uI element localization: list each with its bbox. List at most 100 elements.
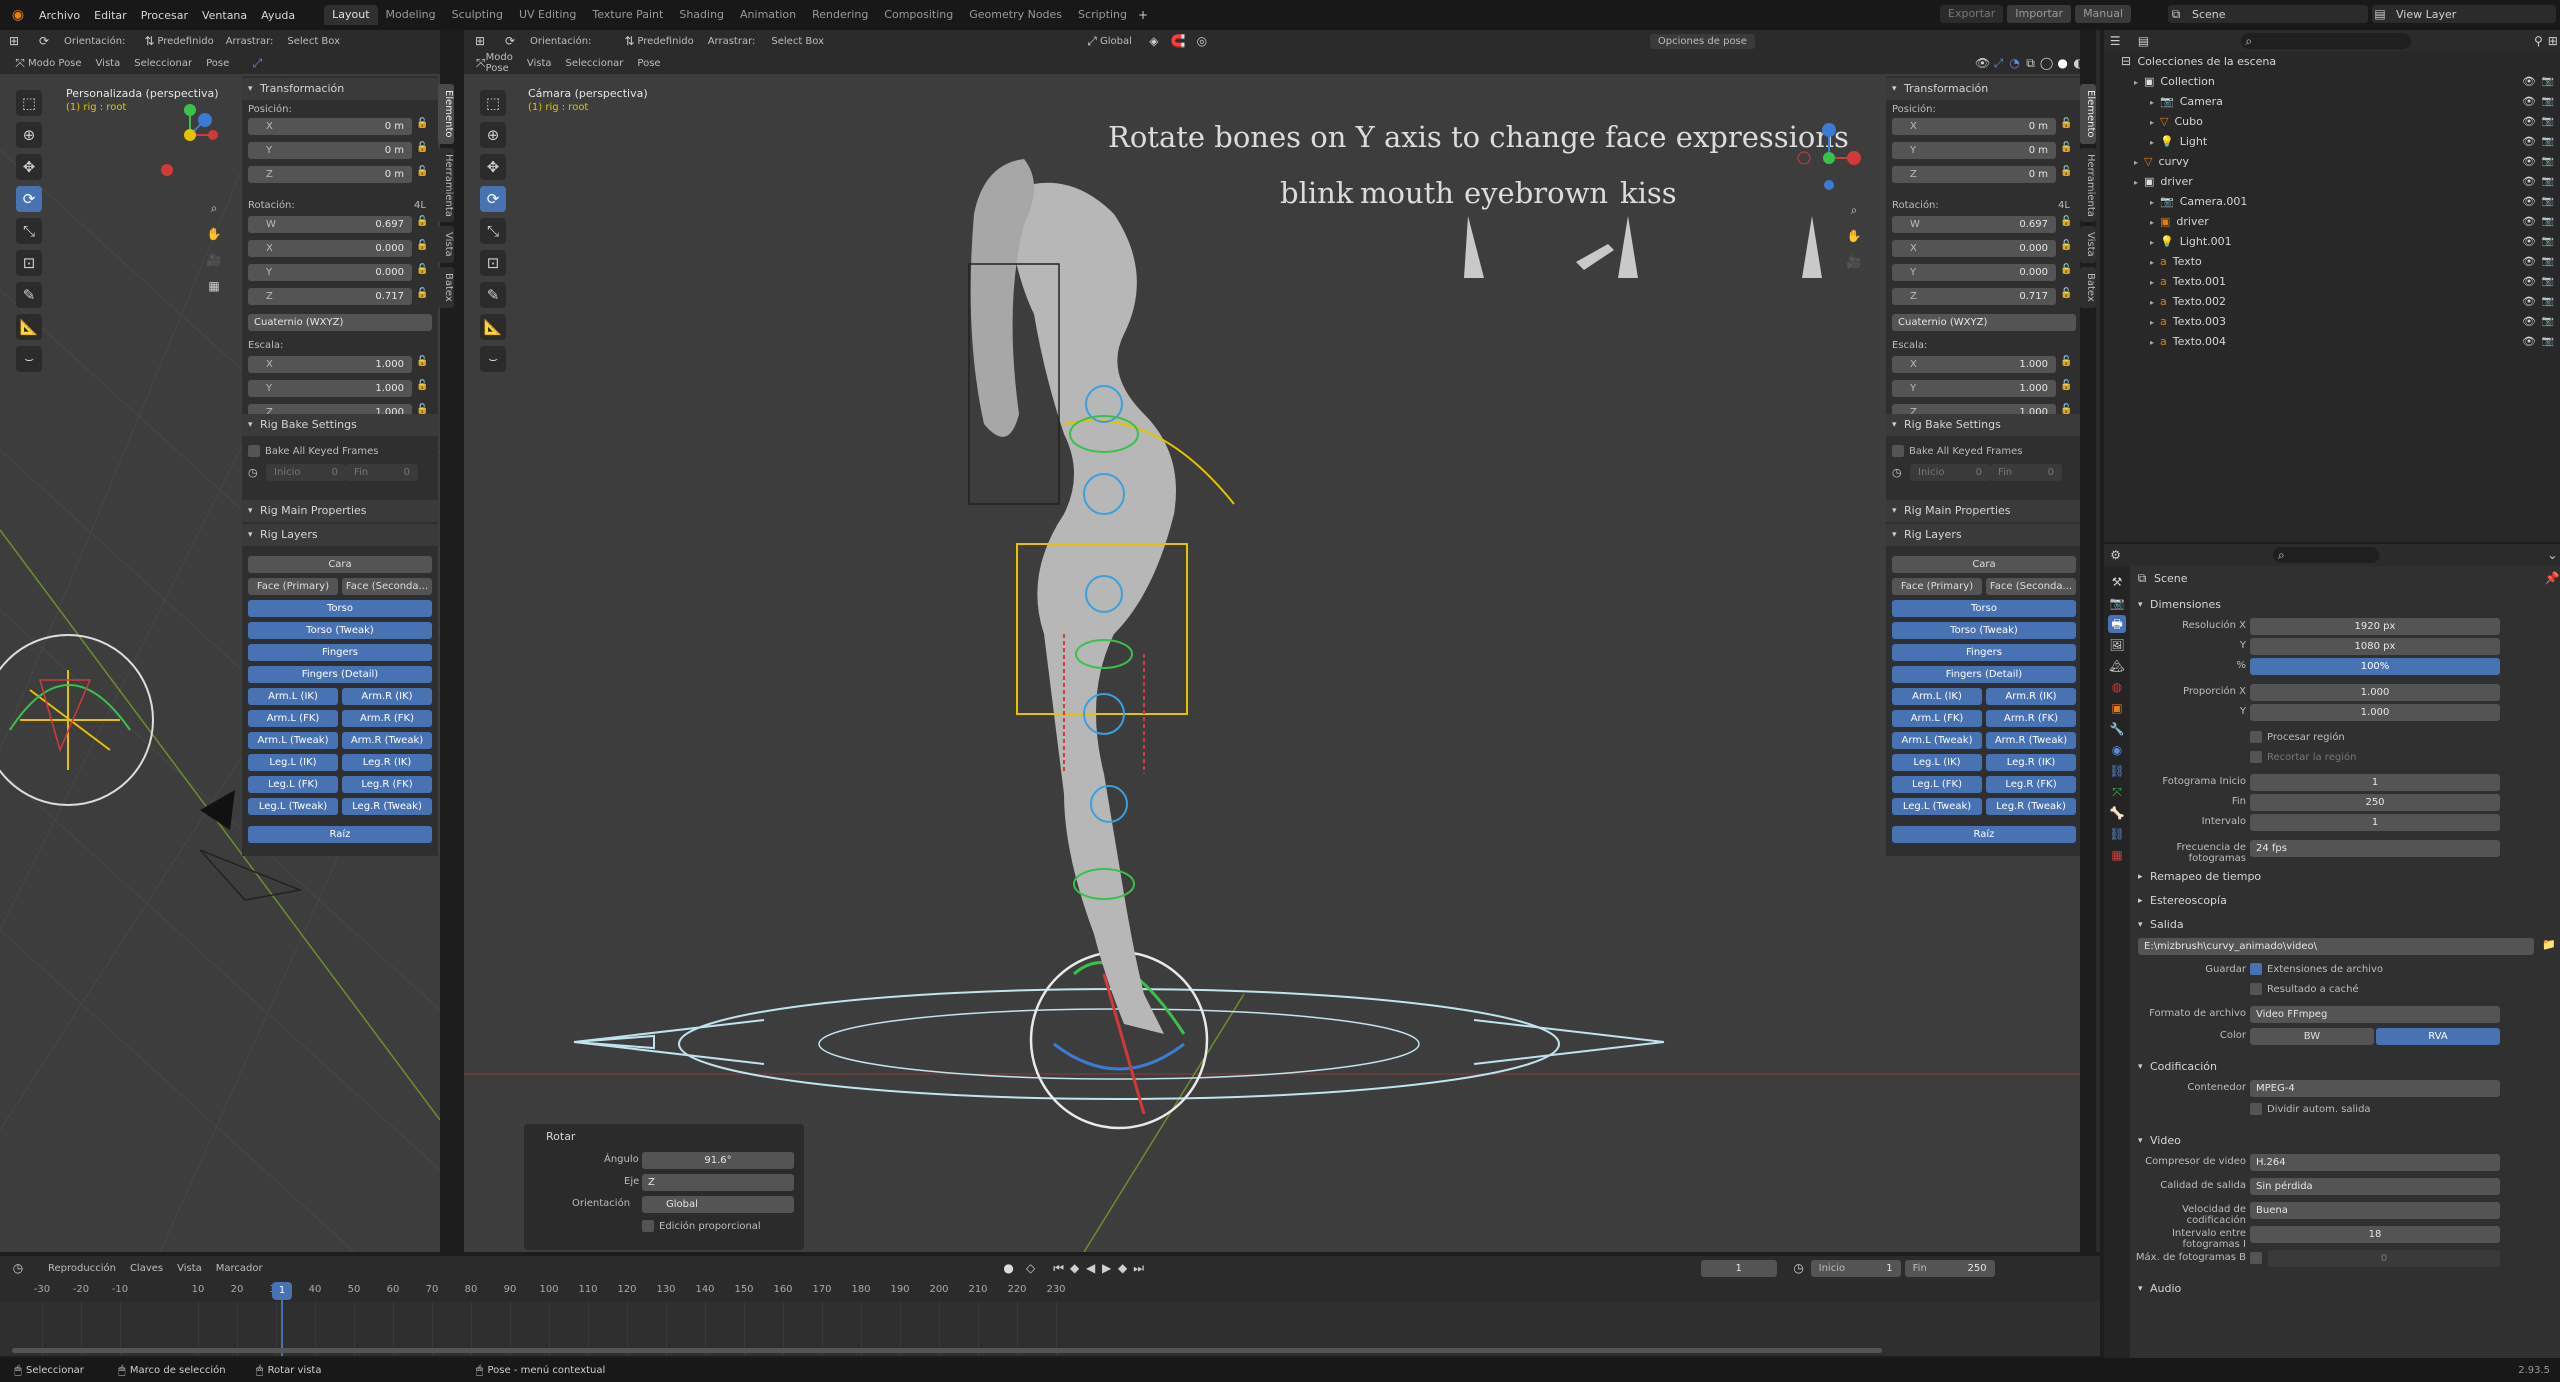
expand-arrow-icon[interactable]: ▸ [2150, 338, 2154, 347]
expand-arrow-icon[interactable]: ▸ [2134, 158, 2138, 167]
jump-end-icon[interactable]: ⏭ [1131, 1260, 1147, 1276]
expand-arrow-icon[interactable]: ▸ [2150, 138, 2154, 147]
expand-arrow-icon[interactable]: ▸ [2150, 298, 2154, 307]
cursor-tool-button[interactable]: ⊕ [16, 122, 42, 148]
view-menu-1[interactable]: Seleccionar [566, 58, 624, 69]
layer-right-button[interactable]: Leg.R (Tweak) [342, 798, 432, 815]
bake-start-field[interactable]: Inicio 0 [1910, 464, 1990, 481]
cursor-tool-button[interactable]: ⊕ [480, 122, 506, 148]
export-button[interactable]: Exportar [1940, 5, 2004, 23]
bake-end-field[interactable]: Fin 0 [346, 464, 418, 481]
properties-section-header[interactable]: ▾ Audio [2134, 1278, 2560, 1300]
panel-header[interactable]: Rig Bake Settings ▾ [1886, 414, 2080, 436]
workspace-tab[interactable]: Geometry Nodes [961, 5, 1070, 25]
data-tab-icon[interactable]: ⤧ [2108, 783, 2126, 801]
sidebar-tab[interactable]: Herramienta [438, 147, 454, 223]
visibility-icon[interactable]: 👁 [1975, 55, 1991, 71]
autosplit-toggle[interactable]: Dividir autom. salida [2250, 1102, 2371, 1115]
scale-field[interactable]: X 1.000 [248, 356, 412, 373]
layer-right-button[interactable]: Arm.R (Tweak) [1986, 732, 2076, 749]
render-camera-icon[interactable]: 📷 [2542, 332, 2554, 352]
outliner-row[interactable]: ▸ a Texto.003 👁 📷 [2104, 312, 2560, 332]
render-tab-icon[interactable]: 📷 [2108, 594, 2126, 612]
outliner-row[interactable]: ▸ a Texto.002 👁 📷 [2104, 292, 2560, 312]
ortho-grid-icon[interactable]: ▦ [206, 278, 222, 294]
layer-left-button[interactable]: Arm.L (Tweak) [248, 732, 338, 749]
gizmo-toggle-icon[interactable]: ⤢ [1991, 55, 2007, 71]
orientation-dropdown[interactable]: Predefinido [157, 36, 213, 47]
cache-result-toggle-checkbox[interactable] [2250, 983, 2262, 995]
render-camera-icon[interactable]: 📷 [2542, 92, 2554, 112]
expand-arrow-icon[interactable]: ▸ [2134, 78, 2138, 87]
editor-type-icon[interactable]: ◷ [10, 1260, 26, 1276]
lock-icon[interactable]: 🔓 [2060, 142, 2072, 153]
visibility-eye-icon[interactable]: 👁 [2522, 132, 2536, 152]
layer-left-button[interactable]: Leg.L (IK) [248, 754, 338, 771]
select-tool-button[interactable]: ⬚ [480, 90, 506, 116]
view-menu-2[interactable]: Pose [206, 58, 229, 69]
new-collection-icon[interactable]: ⊞ [2546, 33, 2560, 49]
file-format-dropdown[interactable]: Video FFmpeg [2250, 1006, 2500, 1023]
transform-pivot-icon[interactable]: ⟳ [502, 33, 518, 49]
constraint-tab-icon[interactable]: ⛓ [2108, 762, 2126, 780]
expand-arrow-icon[interactable]: ▸ [2150, 218, 2154, 227]
resolution-y-field[interactable]: 1080 px [2250, 638, 2500, 655]
orientation-dropdown[interactable]: Global [642, 1196, 794, 1213]
layer-right-button[interactable]: Arm.R (IK) [1986, 688, 2076, 705]
properties-section-header[interactable]: ▾ Salida [2134, 914, 2560, 936]
position-field[interactable]: X0 m [1892, 118, 2056, 135]
wireframe-shading-icon[interactable]: ◯ [2039, 55, 2055, 71]
workspace-tab[interactable]: Scripting [1070, 5, 1135, 25]
rotation-field[interactable]: X 0.000 [248, 240, 412, 257]
layer-face-button[interactable]: Cara [1892, 556, 2076, 573]
video-codec-dropdown[interactable]: H.264 [2250, 1154, 2500, 1171]
file-extensions-toggle[interactable]: Extensiones de archivo [2250, 962, 2383, 975]
output-tab-icon[interactable]: 🖶 [2108, 615, 2126, 633]
gizmo-icon[interactable]: ⤢ [249, 55, 265, 71]
lock-icon[interactable]: 🔓 [416, 216, 428, 227]
layer-right-button[interactable]: Arm.R (FK) [1986, 710, 2076, 727]
file-extensions-toggle-checkbox[interactable] [2250, 963, 2262, 975]
visibility-eye-icon[interactable]: 👁 [2522, 112, 2536, 132]
proportional-edit-checkbox[interactable] [642, 1220, 654, 1232]
scene-tab-icon[interactable]: 🏔 [2108, 657, 2126, 675]
options-chevron-icon[interactable]: ⌄ [2545, 547, 2560, 563]
lock-icon[interactable]: 🔓 [416, 142, 428, 153]
visibility-eye-icon[interactable]: 👁 [2522, 272, 2536, 292]
position-field[interactable]: X0 m [248, 118, 412, 135]
menu-3[interactable]: Ventana [195, 9, 254, 22]
sidebar-tab[interactable]: Batex [2080, 267, 2096, 308]
keyframe-interval-field[interactable]: 18 [2250, 1226, 2500, 1243]
sidebar-tab[interactable]: Elemento [438, 84, 454, 144]
rotation-field[interactable]: W 0.697 [1892, 216, 2056, 233]
workspace-tab[interactable]: Animation [732, 5, 804, 25]
layer-left-button[interactable]: Arm.L (FK) [1892, 710, 1982, 727]
timeline-menu-3[interactable]: Marcador [216, 1263, 263, 1274]
position-field[interactable]: Y0 m [1892, 142, 2056, 159]
timeline-menu-1[interactable]: Claves [130, 1263, 163, 1274]
panel-header[interactable]: Rig Layers ▾ [242, 524, 438, 546]
transform-tool-button[interactable]: ⊡ [480, 250, 506, 276]
bone-tab-icon[interactable]: 🦴 [2108, 804, 2126, 822]
render-camera-icon[interactable]: 📷 [2542, 132, 2554, 152]
pin-icon[interactable]: 📌 [2544, 570, 2560, 586]
frame-start-field[interactable]: 1 [2250, 774, 2500, 791]
view-menu-0[interactable]: Vista [96, 58, 121, 69]
texture-tab-icon[interactable]: ▦ [2108, 846, 2126, 864]
layer-fingers-button[interactable]: Fingers [248, 644, 432, 661]
expand-arrow-icon[interactable]: ▸ [2150, 198, 2154, 207]
visibility-eye-icon[interactable]: 👁 [2522, 252, 2536, 272]
operator-title[interactable]: Rotar [546, 1130, 575, 1143]
layer-right-button[interactable]: Arm.R (Tweak) [342, 732, 432, 749]
rotate-tool-button[interactable]: ⟳ [480, 186, 506, 212]
rotation-mode-short[interactable]: 4L [2058, 200, 2070, 211]
layer-face-primary-button[interactable]: Face (Primary) [248, 578, 338, 595]
start-frame-field[interactable]: Inicio 1 [1810, 1259, 1901, 1277]
display-mode-icon[interactable]: ▤ [2136, 33, 2150, 49]
layer-right-button[interactable]: Leg.R (FK) [342, 776, 432, 793]
properties-section-header[interactable]: ▸ Estereoscopía [2134, 890, 2560, 912]
overlay-icon[interactable]: ◔ [2007, 55, 2023, 71]
lock-icon[interactable]: 🔓 [2060, 356, 2072, 367]
expand-arrow-icon[interactable]: ▸ [2150, 258, 2154, 267]
outliner-row[interactable]: ▸ 📷 Camera.001 👁 📷 [2104, 192, 2560, 212]
